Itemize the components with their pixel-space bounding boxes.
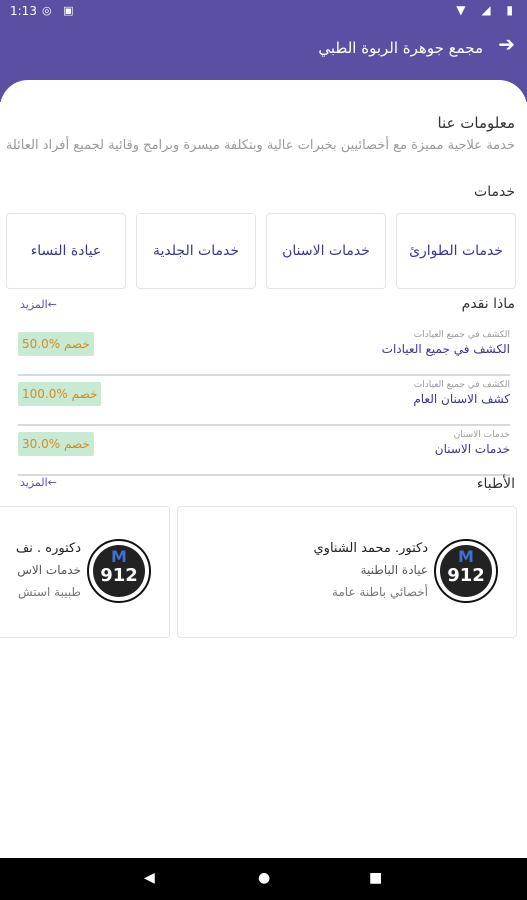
offer-item[interactable]: الكشف في جميع العيادات الكشف في جميع الع…	[18, 328, 510, 376]
logo-mark-icon: M	[111, 547, 127, 566]
discount-badge: 50.0% خصم	[18, 332, 94, 356]
doctors-title: الأطباء	[476, 476, 515, 492]
offer-category: الكشف في جميع العيادات	[413, 330, 510, 340]
doctor-card[interactable]: M 912 دكتور. محمد الشناوي عيادة الباطنية…	[177, 506, 517, 638]
service-card-gynecology[interactable]: عيادة النساء	[6, 213, 126, 289]
main-content: معلومات عنا خدمة علاجية مميزة مع أخصائيي…	[0, 80, 527, 858]
doctor-title: طبيبة استش	[18, 585, 81, 599]
discount-badge: 30.0% خصم	[18, 432, 94, 456]
system-nav-bar: ◀ ● ■	[0, 858, 527, 900]
about-title: معلومات عنا	[437, 114, 515, 132]
offers-more-link[interactable]: المزيد←	[20, 298, 57, 311]
nav-recents-icon[interactable]: ■	[369, 870, 382, 886]
doctors-more-link[interactable]: المزيد←	[20, 476, 57, 489]
logo-number: 912	[100, 565, 138, 586]
status-bar: 1:13 ◎ ▣ ▼ ◢ ▮	[0, 0, 527, 22]
arrow-back-icon[interactable]: ➔	[498, 32, 515, 56]
about-text: خدمة علاجية مميزة مع أخصائيين بخبرات عال…	[5, 138, 515, 153]
service-card-dental[interactable]: خدمات الاسنان	[266, 213, 386, 289]
doctor-name: دكتور. محمد الشناوي	[313, 541, 429, 556]
nav-back-icon[interactable]: ◀	[144, 870, 155, 886]
status-time: 1:13	[10, 4, 37, 18]
clinic-logo-icon: M 912	[87, 539, 151, 603]
doctor-title: أخصائي باطنة عامة	[331, 585, 428, 599]
discount-badge: 100.0% خصم	[18, 382, 102, 406]
what-we-offer-title: ماذا نقدم	[461, 296, 515, 312]
service-card-dermatology[interactable]: خدمات الجلدية	[136, 213, 256, 289]
notification-icons: ◎ ▣	[42, 4, 78, 17]
offer-category: خدمات الاسنان	[453, 430, 510, 440]
doctor-specialty: عيادة الباطنية	[360, 563, 428, 577]
offer-name: خدمات الاسنان	[434, 442, 510, 456]
logo-number: 912	[447, 565, 485, 586]
doctor-specialty: خدمات الاس	[17, 563, 81, 577]
doctor-name: دكتوره . نف	[15, 541, 81, 556]
offer-name: الكشف في جميع العيادات	[381, 342, 510, 356]
offer-category: الكشف في جميع العيادات	[413, 380, 510, 390]
page-title: مجمع جوهرة الربوة الطبي	[318, 39, 483, 57]
clinic-logo-icon: M 912	[434, 539, 498, 603]
service-card-emergency[interactable]: خدمات الطوارئ	[396, 213, 516, 289]
offer-item[interactable]: الكشف في جميع العيادات كشف الاسنان العام…	[18, 378, 510, 426]
offer-item[interactable]: خدمات الاسنان خدمات الاسنان 30.0% خصم	[18, 428, 510, 476]
services-title: خدمات	[474, 184, 515, 200]
offer-name: كشف الاسنان العام	[413, 392, 510, 406]
doctor-card[interactable]: M 912 دكتوره . نف خدمات الاس طبيبة استش	[0, 506, 170, 638]
system-icons: ▼ ◢ ▮	[456, 3, 519, 17]
logo-mark-icon: M	[458, 547, 474, 566]
nav-home-icon[interactable]: ●	[258, 870, 270, 886]
services-row: خدمات الطوارئ خدمات الاسنان خدمات الجلدي…	[6, 213, 516, 289]
